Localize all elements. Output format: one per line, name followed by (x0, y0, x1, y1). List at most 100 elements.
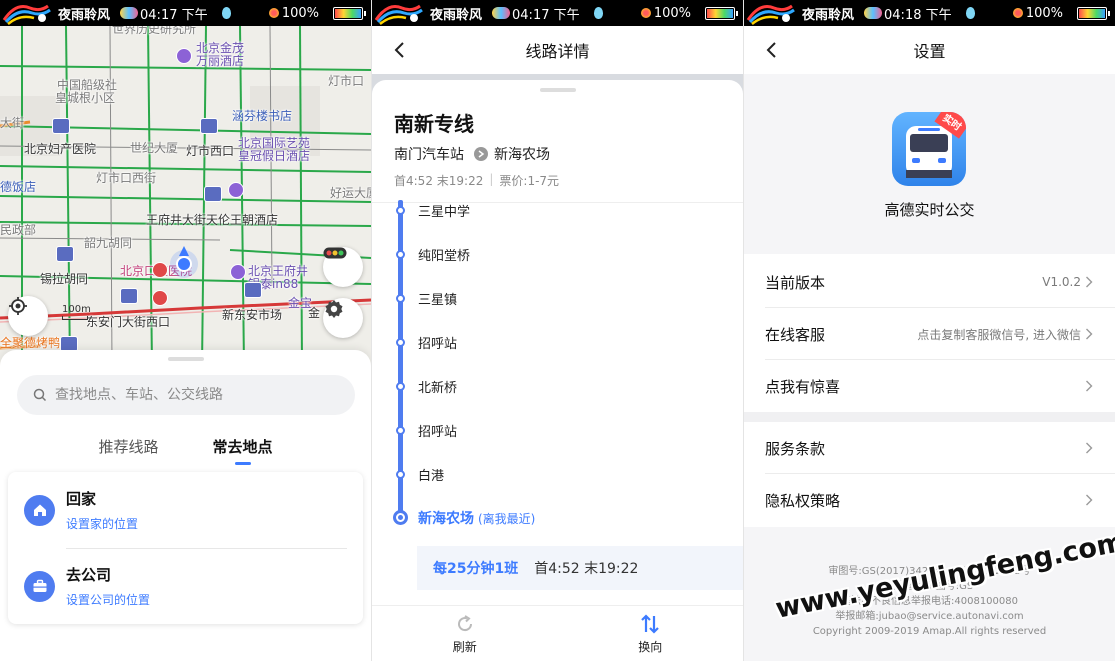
status-bar: 夜雨聆风 04:17 下午 100% (372, 0, 743, 26)
current-stop-icon (393, 510, 408, 525)
frequency-banner: 每25分钟1班 首4:52 末19:22 (417, 546, 743, 590)
stop-dot-icon (396, 250, 405, 259)
place-title: 回家 (66, 490, 97, 508)
surprise-row[interactable]: 点我有惊喜 (744, 360, 1115, 412)
app-info-header: 实时 高德实时公交 (744, 74, 1115, 254)
reverse-direction-button[interactable]: 换向 (558, 606, 744, 661)
stop-item[interactable]: 白港 (372, 465, 743, 485)
nav-bar: 线路详情 (372, 26, 743, 74)
place-subtitle-link[interactable]: 设置家的位置 (66, 515, 138, 532)
map-label: 灯市西口 (186, 144, 235, 158)
stop-name: 新海农场 (418, 511, 474, 527)
briefcase-icon (24, 570, 55, 602)
place-subtitle-link[interactable]: 设置公司的位置 (66, 591, 150, 608)
sheet-drag-handle[interactable] (167, 357, 204, 361)
fare: 票价:1-7元 (499, 174, 560, 188)
stop-name: 招呼站 (418, 425, 458, 440)
map-label: 大街 (0, 116, 25, 130)
search-input[interactable] (55, 387, 315, 403)
app-logo-icon (2, 0, 52, 26)
hotel-icon[interactable] (176, 48, 192, 64)
status-app-name: 夜雨聆风 (58, 7, 111, 23)
traffic-toggle-button[interactable] (323, 247, 363, 287)
locate-button[interactable] (8, 296, 48, 336)
setting-label: 在线客服 (765, 325, 826, 344)
app-logo-icon (746, 0, 796, 26)
map-label: 世界历史研究所 (112, 26, 197, 36)
place-title: 去公司 (66, 566, 112, 584)
arrow-right-icon (474, 147, 488, 161)
status-bar: 夜雨聆风 04:18 下午 100% (744, 0, 1115, 26)
final-stop-item[interactable]: 新海农场 (离我最近) (372, 508, 743, 528)
customer-service-row[interactable]: 在线客服 点击复制客服微信号, 进入微信 (744, 308, 1115, 360)
refresh-label: 刷新 (452, 639, 477, 654)
weather-icon (492, 7, 511, 19)
stop-item[interactable]: 三星中学 (372, 201, 743, 221)
stop-dot-icon (396, 382, 405, 391)
frequency: 每25分钟1班 (433, 561, 519, 577)
reverse-label: 换向 (638, 639, 663, 654)
stop-item[interactable]: 招呼站 (372, 333, 743, 353)
map-label: 王府井大街天伦王朝酒店 (146, 213, 279, 227)
map-label: 德饭店 (0, 180, 37, 194)
bus-stop-icon[interactable] (56, 246, 74, 262)
version-row[interactable]: 当前版本 V1.0.2 (744, 256, 1115, 308)
bus-stop-icon[interactable] (244, 282, 262, 298)
stop-item[interactable]: 三星镇 (372, 289, 743, 309)
work-place-item[interactable]: 去公司 设置公司的位置 (8, 548, 363, 624)
setting-label: 点我有惊喜 (765, 377, 841, 396)
bus-stop-icon[interactable] (200, 118, 218, 134)
status-bar: 夜雨聆风 04:17 下午 100% (0, 0, 371, 26)
nav-bar: 设置 (744, 26, 1115, 74)
back-arrow-icon[interactable] (762, 40, 782, 60)
stop-item[interactable]: 北新桥 (372, 377, 743, 397)
bus-stop-icon[interactable] (52, 118, 70, 134)
hospital-icon[interactable] (152, 262, 168, 278)
hotel-icon[interactable] (228, 182, 244, 198)
battery-percent: 100% (281, 5, 319, 21)
status-app-name: 夜雨聆风 (430, 7, 483, 23)
tab-recommended-routes[interactable]: 推荐线路 (98, 436, 158, 465)
route-endpoints: 南门汽车站 新海农场 (394, 144, 550, 164)
refresh-icon (457, 614, 472, 631)
back-arrow-icon[interactable] (390, 40, 410, 60)
bus-stop-icon[interactable] (204, 186, 222, 202)
sheet-drag-handle[interactable] (539, 88, 576, 92)
tab-frequent-places[interactable]: 常去地点 (213, 436, 273, 465)
home-icon (24, 494, 55, 526)
map-view[interactable]: 世界历史研究所 北京金茂万丽酒店 中国船级社 皇城根小区 灯市口 涵芬楼书店 北… (0, 26, 371, 366)
search-icon (33, 388, 47, 402)
map-label: 好运大厦 (330, 186, 371, 200)
map-label: 世纪大厦 (130, 141, 179, 155)
bottom-sheet: 推荐线路 常去地点 回家 设置家的位置 去公司 设置公司的位置 (0, 350, 371, 661)
status-time: 04:17 下午 (512, 7, 580, 23)
shopping-icon[interactable] (230, 264, 246, 280)
page-title: 线路详情 (525, 42, 590, 61)
stop-item[interactable]: 纯阳堂桥 (372, 245, 743, 265)
stop-name: 北新桥 (418, 381, 458, 396)
search-bar[interactable] (17, 375, 355, 415)
stop-dot-icon (396, 470, 405, 479)
stop-dot-icon (396, 426, 405, 435)
notification-dot-icon (268, 8, 279, 18)
refresh-button[interactable]: 刷新 (372, 606, 558, 661)
bus-stop-icon[interactable] (120, 288, 138, 304)
terms-row[interactable]: 服务条款 (744, 422, 1115, 474)
status-time: 04:17 下午 (140, 7, 208, 23)
map-label: 涵芬楼书店 (232, 109, 293, 123)
traffic-light-icon (323, 247, 347, 259)
setting-label: 当前版本 (765, 273, 826, 292)
stop-name: 纯阳堂桥 (418, 249, 471, 264)
customer-service-hint: 点击复制客服微信号, 进入微信 (917, 327, 1081, 342)
stop-item[interactable]: 招呼站 (372, 421, 743, 441)
privacy-row[interactable]: 隐私权策略 (744, 474, 1115, 526)
home-place-item[interactable]: 回家 设置家的位置 (8, 472, 363, 548)
map-label: 民政部 (0, 223, 37, 237)
app-name: 高德实时公交 (884, 201, 975, 219)
route-detail-screen: 夜雨聆风 04:17 下午 100% 线路详情 南新专线 南门汽车站 新海农场 … (372, 0, 743, 661)
hospital-icon[interactable] (152, 290, 168, 306)
map-settings-button[interactable] (323, 298, 363, 338)
battery-percent: 100% (1025, 5, 1063, 21)
map-label: 韶九胡同 (84, 236, 133, 250)
my-location-marker (176, 256, 192, 272)
